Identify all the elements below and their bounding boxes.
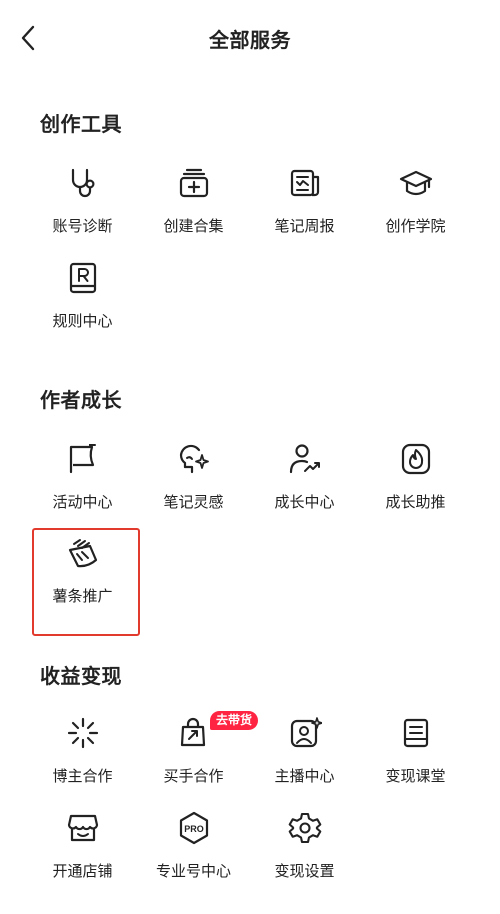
section-title-creation-tools: 创作工具 (40, 112, 122, 136)
flag-icon (65, 441, 101, 477)
service-note-inspiration[interactable]: 笔记灵感 (138, 441, 249, 533)
service-monetization-class[interactable]: 变现课堂 (360, 715, 471, 807)
service-pro-account-center[interactable]: PRO 专业号中心 (138, 810, 249, 902)
section-title-author-growth: 作者成长 (40, 388, 122, 412)
stethoscope-icon (65, 165, 101, 201)
graduation-cap-icon (398, 165, 434, 201)
service-blogger-cooperation[interactable]: 博主合作 (27, 715, 138, 807)
service-label: 活动中心 (52, 493, 113, 511)
service-activity-center[interactable]: 活动中心 (27, 441, 138, 533)
service-creator-academy[interactable]: 创作学院 (360, 165, 471, 257)
sparkle-burst-icon (65, 715, 101, 751)
service-create-collection[interactable]: 创建合集 (138, 165, 249, 257)
service-label: 变现课堂 (385, 767, 446, 785)
pro-badge-icon: PRO (176, 810, 212, 846)
service-monetization-settings[interactable]: 变现设置 (249, 810, 360, 902)
service-label: 买手合作 (163, 767, 224, 785)
service-label: 专业号中心 (155, 862, 231, 880)
service-host-center[interactable]: 主播中心 (249, 715, 360, 807)
service-label: 成长中心 (274, 493, 335, 511)
user-growth-icon (287, 441, 323, 477)
service-note-weekly[interactable]: 笔记周报 (249, 165, 360, 257)
header-bar: 全部服务 (0, 0, 500, 78)
service-label: 笔记周报 (274, 217, 335, 235)
service-label: 规则中心 (52, 312, 113, 330)
page-title: 全部服务 (209, 28, 291, 52)
service-growth-boost[interactable]: 成长助推 (360, 441, 471, 533)
service-open-store[interactable]: 开通店铺 (27, 810, 138, 902)
service-label: 开通店铺 (52, 862, 113, 880)
service-label: 创建合集 (163, 217, 224, 235)
service-buyer-cooperation[interactable]: 去带货 买手合作 (138, 711, 259, 807)
shopping-bag-icon (176, 715, 212, 751)
storefront-icon (65, 810, 101, 846)
service-label: 账号诊断 (52, 217, 113, 235)
service-account-diagnosis[interactable]: 账号诊断 (27, 165, 138, 257)
newspaper-icon (287, 165, 323, 201)
flame-icon (398, 441, 434, 477)
service-label: 笔记灵感 (163, 493, 224, 511)
service-rule-center[interactable]: 规则中心 (27, 260, 138, 352)
highlight-box (32, 528, 140, 636)
service-label: 主播中心 (274, 767, 335, 785)
service-label: 变现设置 (274, 862, 335, 880)
pro-badge-text: PRO (184, 824, 204, 834)
collection-add-icon (176, 165, 212, 201)
service-label: 成长助推 (385, 493, 446, 511)
live-host-icon (287, 715, 323, 751)
lightbulb-icon (176, 441, 212, 477)
service-growth-center[interactable]: 成长中心 (249, 441, 360, 533)
service-label: 创作学院 (385, 217, 446, 235)
service-label: 博主合作 (52, 767, 113, 785)
settings-gear-icon (287, 810, 323, 846)
notebook-icon (398, 715, 434, 751)
rulebook-icon (65, 260, 101, 296)
section-title-monetization: 收益变现 (40, 664, 122, 688)
